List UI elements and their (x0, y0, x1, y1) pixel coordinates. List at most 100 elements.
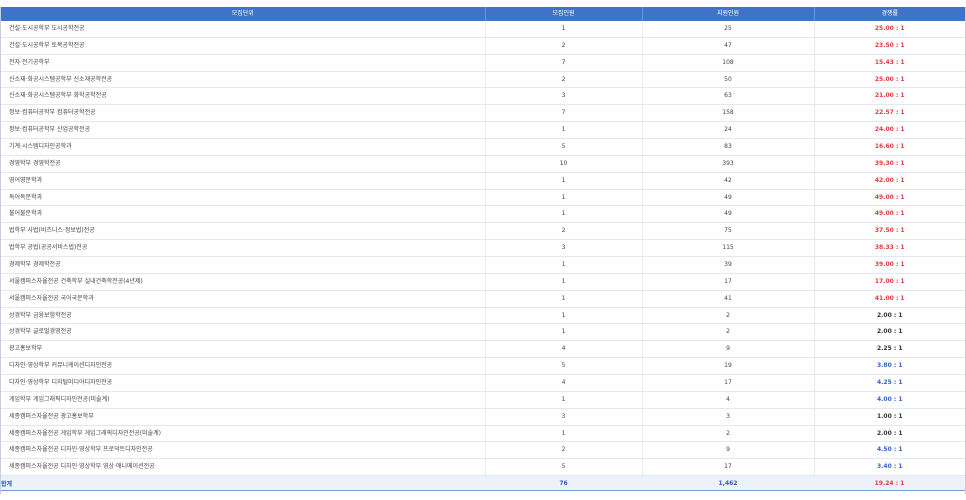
unit-cell: 경제학부 경제학전공 (1, 256, 485, 274)
quota-cell: 1 (484, 256, 642, 274)
quota-cell: 10 (484, 154, 642, 173)
quota-cell: 5 (484, 458, 642, 477)
quota-cell: 4 (484, 374, 642, 392)
table-row: 세종캠퍼스자율전공 디자인·영상학부 프로덕트디자인전공 2 9 4.50 : 1 (1, 441, 965, 460)
unit-cell: 세종캠퍼스자율전공 디자인·영상학부 프로덕트디자인전공 (1, 441, 485, 460)
applicants-cell: 42 (641, 171, 814, 190)
unit-cell: 전자·전기공학부 (1, 54, 485, 72)
unit-cell: 법학부 공법(공공서비스법)전공 (1, 239, 485, 258)
applicants-cell: 4 (641, 390, 814, 409)
table-body: 건설·도시공학부 도시공학전공 1 25 25.00 : 1 건설·도시공학부 토목공학… (1, 21, 965, 477)
table-row: 광고홍보학부 4 9 2.25 : 1 (1, 340, 965, 359)
unit-cell: 서울캠퍼스자율전공 건축학부 실내건축학전공(4년제) (1, 272, 485, 291)
header-quota: 모집인원 (484, 7, 642, 21)
ratio-cell: 49.00 : 1 (813, 205, 965, 224)
quota-cell: 1 (484, 425, 642, 443)
ratio-cell: 38.33 : 1 (813, 239, 965, 258)
unit-cell: 광고홍보학부 (1, 340, 485, 359)
header-row: 모집단위 모집인원 지원인원 경쟁률 (1, 7, 965, 21)
applicants-cell: 41 (641, 290, 814, 308)
quota-cell: 4 (484, 340, 642, 359)
ratio-cell: 22.57 : 1 (813, 104, 965, 123)
table-row: 경제학부 경제학전공 1 39 39.00 : 1 (1, 256, 965, 274)
quota-cell: 3 (484, 87, 642, 106)
header-ratio: 경쟁률 (813, 7, 965, 21)
unit-cell: 영어영문학과 (1, 171, 485, 190)
applicants-cell: 2 (641, 323, 814, 342)
unit-cell: 세종캠퍼스자율전공 게임학부 게임그래픽디자인전공(미술계) (1, 425, 485, 443)
applicants-cell: 9 (641, 340, 814, 359)
quota-cell: 5 (484, 357, 642, 376)
unit-cell: 불어불문학과 (1, 205, 485, 224)
quota-cell: 1 (484, 290, 642, 308)
quota-cell: 3 (484, 239, 642, 258)
ratio-cell: 24.00 : 1 (813, 121, 965, 140)
quota-cell: 7 (484, 104, 642, 123)
ratio-cell: 49.00 : 1 (813, 189, 965, 207)
header-applicants: 지원인원 (641, 7, 814, 21)
table-row: 신소재·화공시스템공학부 화학공학전공 3 63 21.00 : 1 (1, 87, 965, 106)
unit-cell: 세종캠퍼스자율전공 광고홍보학부 (1, 407, 485, 426)
table-row: 건설·도시공학부 도시공학전공 1 25 25.00 : 1 (1, 21, 965, 38)
ratio-cell: 1.00 : 1 (813, 407, 965, 426)
ratio-cell: 41.00 : 1 (813, 290, 965, 308)
ratio-cell: 21.00 : 1 (813, 87, 965, 106)
table-row: 기계·시스템디자인공학과 5 83 16.60 : 1 (1, 138, 965, 156)
quota-cell: 7 (484, 54, 642, 72)
applicants-cell: 3 (641, 407, 814, 426)
quota-cell: 2 (484, 70, 642, 89)
table-row: 영어영문학과 1 42 42.00 : 1 (1, 171, 965, 190)
ratio-cell: 4.00 : 1 (813, 390, 965, 409)
applicants-cell: 39 (641, 256, 814, 274)
table-row: 건설·도시공학부 토목공학전공 2 47 23.50 : 1 (1, 37, 965, 55)
applicants-cell: 24 (641, 121, 814, 140)
ratio-cell: 17.00 : 1 (813, 272, 965, 291)
total-row: 합계 76 1,462 19.24 : 1 (1, 475, 965, 492)
ratio-cell: 2.00 : 1 (813, 323, 965, 342)
unit-cell: 신소재·화공시스템공학부 화학공학전공 (1, 87, 485, 106)
applicants-cell: 158 (641, 104, 814, 123)
unit-cell: 법학부 사법(비즈니스·정보법)전공 (1, 222, 485, 241)
unit-cell: 디자인·영상학부 디지털미디어디자인전공 (1, 374, 485, 392)
table-header: 모집단위 모집인원 지원인원 경쟁률 (1, 7, 965, 21)
competition-rate-sheet: 모집단위 모집인원 지원인원 경쟁률 건설·도시공학부 도시공학전공 1 25 25.… (0, 0, 966, 500)
table-row: 상경학부 금융보험학전공 1 2 2.00 : 1 (1, 306, 965, 325)
quota-cell: 1 (484, 306, 642, 325)
unit-cell: 신소재·화공시스템공학부 신소재공학전공 (1, 70, 485, 89)
ratio-cell: 39.00 : 1 (813, 256, 965, 274)
applicants-cell: 108 (641, 54, 814, 72)
ratio-cell: 3.40 : 1 (813, 458, 965, 477)
applicants-cell: 50 (641, 70, 814, 89)
table-row: 법학부 사법(비즈니스·정보법)전공 2 75 37.50 : 1 (1, 222, 965, 241)
competition-rate-table: 모집단위 모집인원 지원인원 경쟁률 건설·도시공학부 도시공학전공 1 25 25.… (1, 7, 965, 492)
total-applicants: 1,462 (642, 475, 814, 492)
table-row: 게임학부 게임그래픽디자인전공(미술계) 1 4 4.00 : 1 (1, 390, 965, 409)
table-row: 법학부 공법(공공서비스법)전공 3 115 38.33 : 1 (1, 239, 965, 258)
quota-cell: 1 (484, 205, 642, 224)
applicants-cell: 63 (641, 87, 814, 106)
unit-cell: 세종캠퍼스자율전공 디자인·영상학부 영상·애니메이션전공 (1, 458, 485, 477)
table-row: 경영학부 경영학전공 10 393 39.30 : 1 (1, 154, 965, 173)
unit-cell: 경영학부 경영학전공 (1, 154, 485, 173)
quota-cell: 1 (484, 272, 642, 291)
ratio-cell: 3.80 : 1 (813, 357, 965, 376)
table-row: 전자·전기공학부 7 108 15.43 : 1 (1, 54, 965, 72)
unit-cell: 게임학부 게임그래픽디자인전공(미술계) (1, 390, 485, 409)
quota-cell: 1 (484, 323, 642, 342)
applicants-cell: 83 (641, 138, 814, 156)
unit-cell: 독어독문학과 (1, 189, 485, 207)
ratio-cell: 42.00 : 1 (813, 171, 965, 190)
table-row: 불어불문학과 1 49 49.00 : 1 (1, 205, 965, 224)
table-row: 독어독문학과 1 49 49.00 : 1 (1, 189, 965, 207)
table-row: 정보·컴퓨터공학부 산업공학전공 1 24 24.00 : 1 (1, 121, 965, 140)
quota-cell: 1 (484, 121, 642, 140)
ratio-cell: 16.60 : 1 (813, 138, 965, 156)
quota-cell: 1 (484, 171, 642, 190)
table-frame-left (0, 7, 1, 494)
unit-cell: 디자인·영상학부 커뮤니케이션디자인전공 (1, 357, 485, 376)
quota-cell: 1 (484, 21, 642, 38)
quota-cell: 2 (484, 37, 642, 55)
header-unit: 모집단위 (1, 7, 485, 21)
unit-cell: 건설·도시공학부 토목공학전공 (1, 37, 485, 55)
unit-cell: 서울캠퍼스자율전공 국어국문학과 (1, 290, 485, 308)
